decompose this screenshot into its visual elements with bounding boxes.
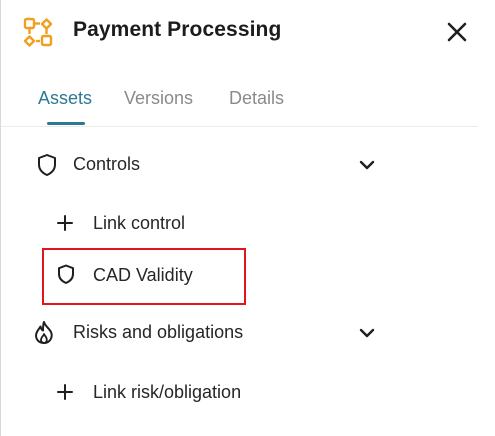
tab-assets[interactable]: Assets <box>38 88 92 109</box>
risks-section-label: Risks and obligations <box>73 322 244 342</box>
plus-icon <box>57 384 73 400</box>
controls-section-header[interactable]: Controls <box>1 148 401 182</box>
tab-bar: Assets Versions Details <box>1 80 478 127</box>
asset-detail-panel: Payment Processing Assets Versions Detai… <box>0 0 495 436</box>
risks-section-header[interactable]: Risks and obligations <box>1 316 401 350</box>
tab-versions[interactable]: Versions <box>124 88 193 109</box>
active-tab-indicator <box>47 122 85 125</box>
link-control-label: Link control <box>93 213 186 233</box>
link-risk-obligation-button[interactable]: Link risk/obligation <box>51 375 271 409</box>
link-risk-obligation-label: Link risk/obligation <box>93 382 242 402</box>
tab-details[interactable]: Details <box>229 88 284 109</box>
workflow-nodes-icon <box>23 17 53 47</box>
chevron-down-icon[interactable] <box>357 157 377 173</box>
highlight-box <box>42 248 246 305</box>
close-icon[interactable] <box>444 19 470 45</box>
plus-icon <box>57 215 73 231</box>
link-control-button[interactable]: Link control <box>51 206 211 240</box>
controls-section-label: Controls <box>73 154 141 174</box>
shield-icon <box>38 154 56 176</box>
flame-icon <box>35 321 53 344</box>
chevron-down-icon[interactable] <box>357 325 377 341</box>
panel-header: Payment Processing <box>1 0 495 64</box>
panel-title: Payment Processing <box>73 18 282 41</box>
